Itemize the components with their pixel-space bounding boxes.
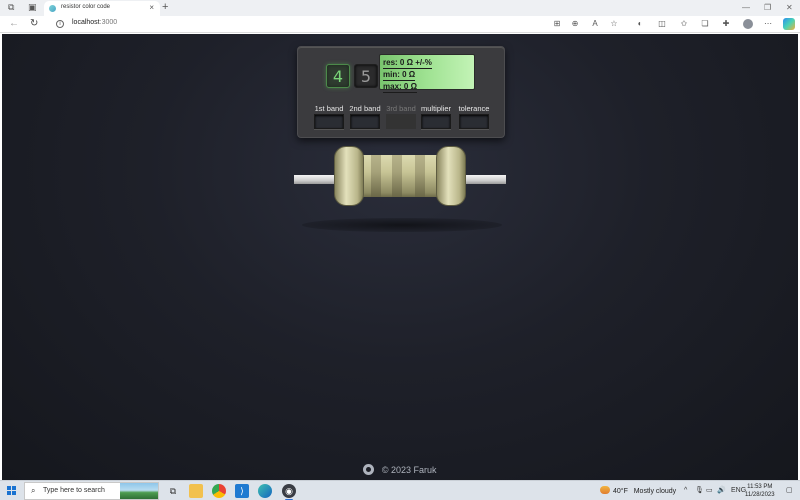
tab-favicon-icon bbox=[49, 5, 56, 12]
search-icon: ⌕ bbox=[31, 486, 36, 495]
active-app-icon[interactable]: ◉ bbox=[282, 484, 296, 500]
taskbar: ⌕ Type here to search ⧉ ⟩ ◉ 40°F Mostly … bbox=[0, 480, 800, 500]
resistor-band-stripe bbox=[415, 155, 425, 197]
tab-actions-icon[interactable]: ▣ bbox=[28, 3, 37, 12]
resistance-readout: res: 0 Ω +/-% bbox=[383, 58, 432, 69]
band-2nd[interactable]: 2nd band bbox=[348, 104, 382, 129]
file-explorer-icon[interactable] bbox=[189, 484, 203, 498]
band-multiplier[interactable]: multiplier bbox=[418, 104, 454, 129]
band-tolerance[interactable]: tolerance bbox=[456, 104, 492, 129]
band-color-slot[interactable] bbox=[459, 114, 489, 129]
four-band-button[interactable]: 4 bbox=[326, 64, 350, 88]
band-label: multiplier bbox=[420, 104, 451, 113]
refresh-icon[interactable]: ↻ bbox=[30, 18, 38, 30]
band-3rd: 3rd band bbox=[384, 104, 418, 129]
vscode-icon[interactable]: ⟩ bbox=[235, 484, 249, 498]
lcd-display: res: 0 Ω +/-% min: 0 Ω max: 0 Ω bbox=[379, 54, 475, 93]
weather-temp: 40°F bbox=[613, 488, 628, 495]
footer: © 2023 Faruk bbox=[2, 460, 798, 478]
weather-cloudy-icon bbox=[600, 486, 610, 494]
band-label: 2nd band bbox=[349, 104, 381, 113]
tab-title: resistor color code bbox=[61, 4, 111, 10]
footer-copyright: © 2023 Faruk bbox=[381, 465, 437, 475]
tray-chevron-icon[interactable]: ^ bbox=[684, 485, 687, 496]
resistor-lead-right bbox=[464, 175, 506, 184]
favorites-icon[interactable]: ✩ bbox=[679, 19, 689, 29]
min-readout: min: 0 Ω bbox=[383, 70, 416, 81]
language-indicator[interactable]: ENG bbox=[731, 485, 746, 496]
app-available-icon[interactable]: ⊞ bbox=[552, 19, 562, 29]
windows-start-icon[interactable] bbox=[7, 486, 17, 496]
profile-avatar[interactable] bbox=[743, 19, 753, 29]
clock-date: 11/28/2023 bbox=[745, 492, 775, 498]
five-band-button[interactable]: 5 bbox=[354, 64, 378, 88]
back-arrow-icon[interactable]: ← bbox=[9, 18, 19, 30]
close-window-button[interactable]: ✕ bbox=[786, 2, 793, 13]
band-label: 3rd band bbox=[386, 104, 416, 113]
chrome-icon[interactable] bbox=[212, 484, 226, 498]
band-label: 1st band bbox=[314, 104, 344, 113]
extensions-icon[interactable]: ✚ bbox=[721, 19, 731, 29]
more-menu-icon[interactable]: ⋯ bbox=[763, 19, 773, 29]
edge-icon[interactable] bbox=[258, 484, 272, 498]
restore-button[interactable]: ❐ bbox=[764, 2, 771, 13]
tab-close-icon[interactable]: × bbox=[149, 3, 154, 13]
browser-essentials-icon[interactable]: ◐ bbox=[635, 19, 645, 29]
resistor-lead-left bbox=[294, 175, 336, 184]
search-highlight-image bbox=[120, 483, 158, 499]
resistor-calculator-panel: 4 5 res: 0 Ω +/-% min: 0 Ω max: 0 Ω 1st … bbox=[297, 46, 505, 138]
clock[interactable]: 11:53 PM 11/28/2023 bbox=[745, 483, 775, 499]
band-color-slot bbox=[386, 114, 416, 129]
band-1st[interactable]: 1st band bbox=[312, 104, 346, 129]
page-viewport: 4 5 res: 0 Ω +/-% min: 0 Ω max: 0 Ω 1st … bbox=[2, 34, 798, 480]
band-label: tolerance bbox=[458, 104, 490, 113]
zoom-icon[interactable]: ⊕ bbox=[570, 19, 580, 29]
split-screen-icon[interactable]: ◫ bbox=[657, 19, 667, 29]
github-icon[interactable] bbox=[363, 464, 375, 475]
address-toolbar: ← ↻ i localhost:3000 ⊞ ⊕ A ☆ ◐ ◫ ✩ ❏ ✚ ⋯ bbox=[0, 16, 800, 33]
resistor-illustration bbox=[294, 146, 506, 216]
browser-tab-bar: ⧉ ▣ resistor color code × + — ❐ ✕ bbox=[0, 0, 800, 16]
band-color-slot[interactable] bbox=[350, 114, 380, 129]
network-icon[interactable]: ▭ bbox=[706, 485, 713, 496]
microphone-icon[interactable]: 🎙 bbox=[695, 485, 704, 496]
notifications-icon[interactable]: ▢ bbox=[786, 485, 793, 496]
volume-icon[interactable]: 🔊 bbox=[717, 485, 726, 496]
resistor-cap-right bbox=[436, 146, 466, 206]
band-color-slot[interactable] bbox=[421, 114, 451, 129]
max-readout: max: 0 Ω bbox=[383, 82, 417, 93]
url-text: localhost:3000 bbox=[72, 19, 118, 26]
address-input[interactable]: i localhost:3000 bbox=[48, 18, 498, 31]
new-tab-button[interactable]: + bbox=[162, 1, 168, 14]
workspaces-icon[interactable]: ⧉ bbox=[8, 3, 17, 12]
read-aloud-icon[interactable]: A bbox=[590, 19, 600, 29]
weather-widget[interactable]: 40°F Mostly cloudy bbox=[600, 486, 676, 495]
resistor-shadow bbox=[302, 218, 502, 232]
copilot-icon[interactable] bbox=[783, 18, 795, 30]
favorite-star-icon[interactable]: ☆ bbox=[609, 19, 619, 29]
minimize-button[interactable]: — bbox=[742, 2, 750, 13]
resistor-band-stripe bbox=[371, 155, 381, 197]
clock-time: 11:53 PM bbox=[747, 484, 773, 490]
resistor-band-stripe bbox=[392, 155, 402, 197]
search-placeholder: Type here to search bbox=[43, 487, 105, 494]
browser-tab[interactable]: resistor color code × bbox=[44, 1, 160, 16]
task-view-icon[interactable]: ⧉ bbox=[166, 484, 180, 498]
collections-icon[interactable]: ❏ bbox=[700, 19, 710, 29]
weather-desc: Mostly cloudy bbox=[633, 488, 677, 495]
resistor-cap-left bbox=[334, 146, 364, 206]
taskbar-search-input[interactable]: ⌕ Type here to search bbox=[24, 482, 159, 500]
band-color-slot[interactable] bbox=[314, 114, 344, 129]
site-info-icon[interactable]: i bbox=[56, 20, 64, 28]
